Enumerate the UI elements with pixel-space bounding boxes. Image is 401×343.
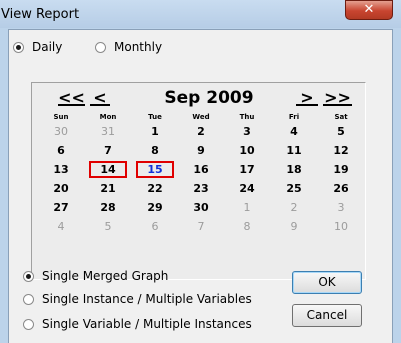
weekday-tue: Tue xyxy=(148,113,162,121)
calendar-day[interactable]: 23 xyxy=(182,180,220,197)
calendar-day[interactable]: 12 xyxy=(322,142,360,159)
calendar-day[interactable]: 5 xyxy=(322,123,360,140)
daily-radio[interactable]: Daily xyxy=(13,40,62,54)
calendar-day[interactable]: 28 xyxy=(89,199,127,216)
calendar-day[interactable]: 11 xyxy=(275,142,313,159)
close-icon: ✕ xyxy=(363,2,375,17)
close-button[interactable]: ✕ xyxy=(345,0,393,20)
monthly-radio-dot xyxy=(95,41,106,53)
calendar-day[interactable]: 10 xyxy=(322,218,360,235)
calendar-day[interactable]: 25 xyxy=(275,180,313,197)
dialog-body: Daily Monthly << < Sep 2009 > >> Sun Mon T… xyxy=(8,29,393,343)
calendar-day[interactable]: 5 xyxy=(89,218,127,235)
graph-option-1-dot xyxy=(23,293,34,305)
calendar-day[interactable]: 7 xyxy=(89,142,127,159)
calendar-day[interactable]: 9 xyxy=(275,218,313,235)
calendar-day[interactable]: 18 xyxy=(275,161,313,178)
window-title: View Report xyxy=(1,7,80,22)
weekday-fri: Fri xyxy=(288,113,300,121)
calendar-day[interactable]: 7 xyxy=(182,218,220,235)
calendar-day[interactable]: 20 xyxy=(42,180,80,197)
weekday-wed: Wed xyxy=(192,113,210,121)
calendar-day[interactable]: 29 xyxy=(136,199,174,216)
calendar-day[interactable]: 16 xyxy=(182,161,220,178)
calendar-day[interactable]: 6 xyxy=(42,142,80,159)
cancel-button[interactable]: Cancel xyxy=(292,304,362,327)
calendar-day[interactable]: 19 xyxy=(322,161,360,178)
calendar-day[interactable]: 1 xyxy=(136,123,174,140)
calendar-day[interactable]: 17 xyxy=(228,161,266,178)
graph-option-0[interactable]: Single Merged Graph xyxy=(23,269,168,283)
calendar-day[interactable]: 13 xyxy=(42,161,80,178)
weekday-thu: Thu xyxy=(239,113,255,121)
calendar-day[interactable]: 1 xyxy=(228,199,266,216)
ok-button[interactable]: OK xyxy=(292,271,362,294)
next-month-button[interactable]: > xyxy=(296,90,318,106)
calendar: << < Sep 2009 > >> Sun Mon Tue Wed Thu Fri Sat… xyxy=(31,82,366,280)
calendar-day[interactable]: 21 xyxy=(89,180,127,197)
graph-option-2[interactable]: Single Variable / Multiple Instances xyxy=(23,317,252,331)
calendar-day[interactable]: 8 xyxy=(228,218,266,235)
calendar-day[interactable]: 8 xyxy=(136,142,174,159)
graph-option-2-dot xyxy=(23,318,34,330)
calendar-day[interactable]: 3 xyxy=(228,123,266,140)
calendar-day[interactable]: 24 xyxy=(228,180,266,197)
title-bar[interactable]: View Report ✕ xyxy=(0,0,401,28)
graph-option-0-dot xyxy=(23,270,34,282)
calendar-day[interactable]: 4 xyxy=(42,218,80,235)
next-year-button[interactable]: >> xyxy=(323,90,352,106)
weekday-mon: Mon xyxy=(99,113,117,121)
graph-option-0-label: Single Merged Graph xyxy=(42,269,169,283)
calendar-day[interactable]: 6 xyxy=(136,218,174,235)
calendar-day[interactable]: 31 xyxy=(89,123,127,140)
graph-option-2-label: Single Variable / Multiple Instances xyxy=(42,317,252,331)
calendar-day[interactable]: 9 xyxy=(182,142,220,159)
weekday-sun: Sun xyxy=(53,113,69,121)
calendar-day[interactable]: 3 xyxy=(322,199,360,216)
prev-month-button[interactable]: < xyxy=(90,90,110,106)
calendar-day[interactable]: 4 xyxy=(275,123,313,140)
daily-label: Daily xyxy=(32,40,63,54)
calendar-day[interactable]: 30 xyxy=(182,199,220,216)
calendar-day[interactable]: 14 xyxy=(89,161,127,178)
calendar-day[interactable]: 30 xyxy=(42,123,80,140)
calendar-day[interactable]: 27 xyxy=(42,199,80,216)
graph-option-1[interactable]: Single Instance / Multiple Variables xyxy=(23,292,252,306)
calendar-day[interactable]: 2 xyxy=(182,123,220,140)
month-title: Sep 2009 xyxy=(164,88,254,108)
calendar-day[interactable]: 2 xyxy=(275,199,313,216)
monthly-radio[interactable]: Monthly xyxy=(95,40,162,54)
daily-radio-dot xyxy=(13,41,24,53)
calendar-day[interactable]: 10 xyxy=(228,142,266,159)
graph-option-1-label: Single Instance / Multiple Variables xyxy=(42,292,252,306)
calendar-day[interactable]: 26 xyxy=(322,180,360,197)
calendar-day[interactable]: 15 xyxy=(136,161,174,178)
weekday-sat: Sat xyxy=(334,113,348,121)
prev-year-button[interactable]: << xyxy=(58,90,85,106)
monthly-label: Monthly xyxy=(114,40,163,54)
view-report-window: View Report ✕ Daily Monthly << < Sep 200… xyxy=(0,0,401,343)
calendar-day[interactable]: 22 xyxy=(136,180,174,197)
